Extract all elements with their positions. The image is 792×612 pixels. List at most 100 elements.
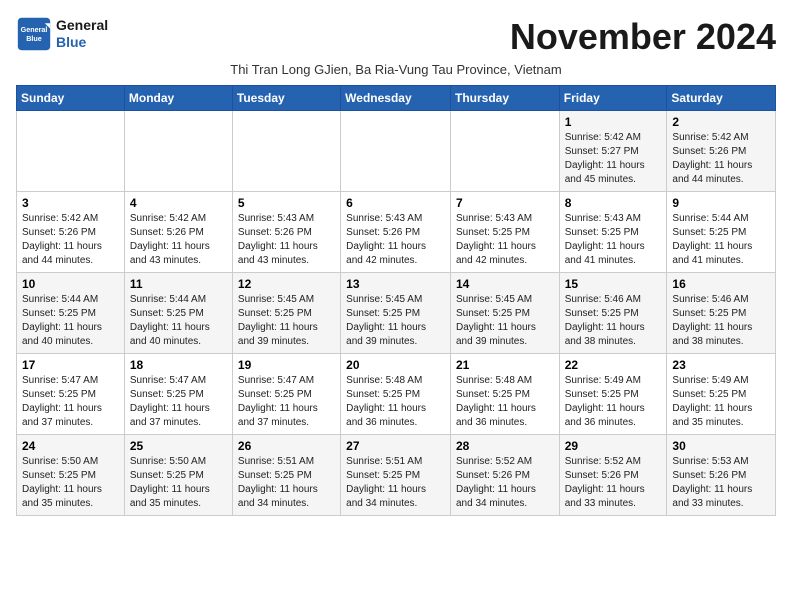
day-number: 16	[672, 277, 770, 291]
calendar-cell: 13 Sunrise: 5:45 AM Sunset: 5:25 PM Dayli…	[341, 273, 451, 354]
calendar-cell: 10 Sunrise: 5:44 AM Sunset: 5:25 PM Dayli…	[17, 273, 125, 354]
day-number: 21	[456, 358, 554, 372]
day-info: Sunrise: 5:42 AM Sunset: 5:26 PM Dayligh…	[22, 212, 119, 268]
day-info: Sunrise: 5:46 AM Sunset: 5:25 PM Dayligh…	[672, 293, 770, 349]
day-number: 3	[22, 196, 119, 210]
calendar-cell: 3 Sunrise: 5:42 AM Sunset: 5:26 PM Daylig…	[17, 192, 125, 273]
svg-text:General: General	[21, 25, 48, 34]
calendar-cell: 27 Sunrise: 5:51 AM Sunset: 5:25 PM Dayli…	[341, 435, 451, 516]
calendar-cell: 22 Sunrise: 5:49 AM Sunset: 5:25 PM Dayli…	[559, 354, 667, 435]
calendar-table: SundayMondayTuesdayWednesdayThursdayFrid…	[16, 85, 776, 516]
day-info: Sunrise: 5:43 AM Sunset: 5:26 PM Dayligh…	[346, 212, 445, 268]
day-number: 20	[346, 358, 445, 372]
day-number: 28	[456, 439, 554, 453]
calendar-cell: 23 Sunrise: 5:49 AM Sunset: 5:25 PM Dayli…	[667, 354, 776, 435]
day-info: Sunrise: 5:51 AM Sunset: 5:25 PM Dayligh…	[238, 455, 335, 511]
calendar-cell: 20 Sunrise: 5:48 AM Sunset: 5:25 PM Dayli…	[341, 354, 451, 435]
month-title: November 2024	[510, 16, 776, 58]
day-number: 5	[238, 196, 335, 210]
day-info: Sunrise: 5:52 AM Sunset: 5:26 PM Dayligh…	[456, 455, 554, 511]
calendar-cell: 8 Sunrise: 5:43 AM Sunset: 5:25 PM Daylig…	[559, 192, 667, 273]
calendar-cell	[17, 111, 125, 192]
weekday-header-thursday: Thursday	[450, 86, 559, 111]
calendar-cell: 11Sunrise: 5:44 AM Sunset: 5:25 PM Dayli…	[124, 273, 232, 354]
calendar-cell: 26 Sunrise: 5:51 AM Sunset: 5:25 PM Dayli…	[232, 435, 340, 516]
weekday-header-sunday: Sunday	[17, 86, 125, 111]
day-info: Sunrise: 5:42 AM Sunset: 5:26 PM Dayligh…	[130, 212, 227, 268]
day-number: 1	[565, 115, 662, 129]
weekday-header-tuesday: Tuesday	[232, 86, 340, 111]
calendar-cell: 15 Sunrise: 5:46 AM Sunset: 5:25 PM Dayli…	[559, 273, 667, 354]
calendar-cell: 25 Sunrise: 5:50 AM Sunset: 5:25 PM Dayli…	[124, 435, 232, 516]
day-info: Sunrise: 5:50 AM Sunset: 5:25 PM Dayligh…	[130, 455, 227, 511]
day-info: Sunrise: 5:45 AM Sunset: 5:25 PM Dayligh…	[456, 293, 554, 349]
calendar-cell: 21 Sunrise: 5:48 AM Sunset: 5:25 PM Dayli…	[450, 354, 559, 435]
calendar-cell: 1 Sunrise: 5:42 AM Sunset: 5:27 PM Daylig…	[559, 111, 667, 192]
weekday-header-monday: Monday	[124, 86, 232, 111]
day-number: 13	[346, 277, 445, 291]
day-info: Sunrise: 5:49 AM Sunset: 5:25 PM Dayligh…	[565, 374, 662, 430]
day-number: 2	[672, 115, 770, 129]
day-info: Sunrise: 5:53 AM Sunset: 5:26 PM Dayligh…	[672, 455, 770, 511]
calendar-cell: 6 Sunrise: 5:43 AM Sunset: 5:26 PM Daylig…	[341, 192, 451, 273]
logo: General Blue General Blue	[16, 16, 108, 52]
calendar-cell: 7Sunrise: 5:43 AM Sunset: 5:25 PM Daylig…	[450, 192, 559, 273]
logo-line1: General	[56, 17, 108, 34]
calendar-cell: 17 Sunrise: 5:47 AM Sunset: 5:25 PM Dayli…	[17, 354, 125, 435]
day-info: Sunrise: 5:45 AM Sunset: 5:25 PM Dayligh…	[346, 293, 445, 349]
day-number: 27	[346, 439, 445, 453]
day-number: 30	[672, 439, 770, 453]
day-number: 17	[22, 358, 119, 372]
calendar-cell: 24 Sunrise: 5:50 AM Sunset: 5:25 PM Dayli…	[17, 435, 125, 516]
day-info: Sunrise: 5:43 AM Sunset: 5:25 PM Dayligh…	[565, 212, 662, 268]
weekday-header-friday: Friday	[559, 86, 667, 111]
day-number: 24	[22, 439, 119, 453]
calendar-cell: 2 Sunrise: 5:42 AM Sunset: 5:26 PM Daylig…	[667, 111, 776, 192]
day-info: Sunrise: 5:43 AM Sunset: 5:25 PM Dayligh…	[456, 212, 554, 268]
day-number: 25	[130, 439, 227, 453]
day-number: 26	[238, 439, 335, 453]
day-number: 29	[565, 439, 662, 453]
logo-line2: Blue	[56, 34, 108, 51]
day-info: Sunrise: 5:43 AM Sunset: 5:26 PM Dayligh…	[238, 212, 335, 268]
weekday-header-wednesday: Wednesday	[341, 86, 451, 111]
calendar-cell	[341, 111, 451, 192]
day-info: Sunrise: 5:42 AM Sunset: 5:26 PM Dayligh…	[672, 131, 770, 187]
day-number: 18	[130, 358, 227, 372]
calendar-cell: 12Sunrise: 5:45 AM Sunset: 5:25 PM Dayli…	[232, 273, 340, 354]
calendar-cell: 28 Sunrise: 5:52 AM Sunset: 5:26 PM Dayli…	[450, 435, 559, 516]
day-info: Sunrise: 5:44 AM Sunset: 5:25 PM Dayligh…	[672, 212, 770, 268]
day-info: Sunrise: 5:49 AM Sunset: 5:25 PM Dayligh…	[672, 374, 770, 430]
calendar-cell: 5 Sunrise: 5:43 AM Sunset: 5:26 PM Daylig…	[232, 192, 340, 273]
day-number: 6	[346, 196, 445, 210]
day-info: Sunrise: 5:42 AM Sunset: 5:27 PM Dayligh…	[565, 131, 662, 187]
day-number: 23	[672, 358, 770, 372]
day-number: 15	[565, 277, 662, 291]
day-number: 22	[565, 358, 662, 372]
calendar-cell: 16 Sunrise: 5:46 AM Sunset: 5:25 PM Dayli…	[667, 273, 776, 354]
calendar-cell: 18Sunrise: 5:47 AM Sunset: 5:25 PM Dayli…	[124, 354, 232, 435]
calendar-cell: 4Sunrise: 5:42 AM Sunset: 5:26 PM Daylig…	[124, 192, 232, 273]
day-info: Sunrise: 5:52 AM Sunset: 5:26 PM Dayligh…	[565, 455, 662, 511]
svg-text:Blue: Blue	[26, 34, 42, 43]
day-info: Sunrise: 5:48 AM Sunset: 5:25 PM Dayligh…	[346, 374, 445, 430]
day-info: Sunrise: 5:50 AM Sunset: 5:25 PM Dayligh…	[22, 455, 119, 511]
calendar-cell: 14 Sunrise: 5:45 AM Sunset: 5:25 PM Dayli…	[450, 273, 559, 354]
day-info: Sunrise: 5:47 AM Sunset: 5:25 PM Dayligh…	[22, 374, 119, 430]
logo-icon: General Blue	[16, 16, 52, 52]
day-info: Sunrise: 5:48 AM Sunset: 5:25 PM Dayligh…	[456, 374, 554, 430]
calendar-cell	[124, 111, 232, 192]
day-info: Sunrise: 5:46 AM Sunset: 5:25 PM Dayligh…	[565, 293, 662, 349]
day-number: 12	[238, 277, 335, 291]
calendar-cell: 29 Sunrise: 5:52 AM Sunset: 5:26 PM Dayli…	[559, 435, 667, 516]
day-number: 14	[456, 277, 554, 291]
day-number: 9	[672, 196, 770, 210]
day-info: Sunrise: 5:44 AM Sunset: 5:25 PM Dayligh…	[22, 293, 119, 349]
day-info: Sunrise: 5:47 AM Sunset: 5:25 PM Dayligh…	[238, 374, 335, 430]
day-number: 8	[565, 196, 662, 210]
day-info: Sunrise: 5:51 AM Sunset: 5:25 PM Dayligh…	[346, 455, 445, 511]
day-info: Sunrise: 5:44 AM Sunset: 5:25 PM Dayligh…	[130, 293, 227, 349]
subtitle: Thi Tran Long GJien, Ba Ria-Vung Tau Pro…	[16, 62, 776, 77]
calendar-cell	[450, 111, 559, 192]
day-number: 10	[22, 277, 119, 291]
